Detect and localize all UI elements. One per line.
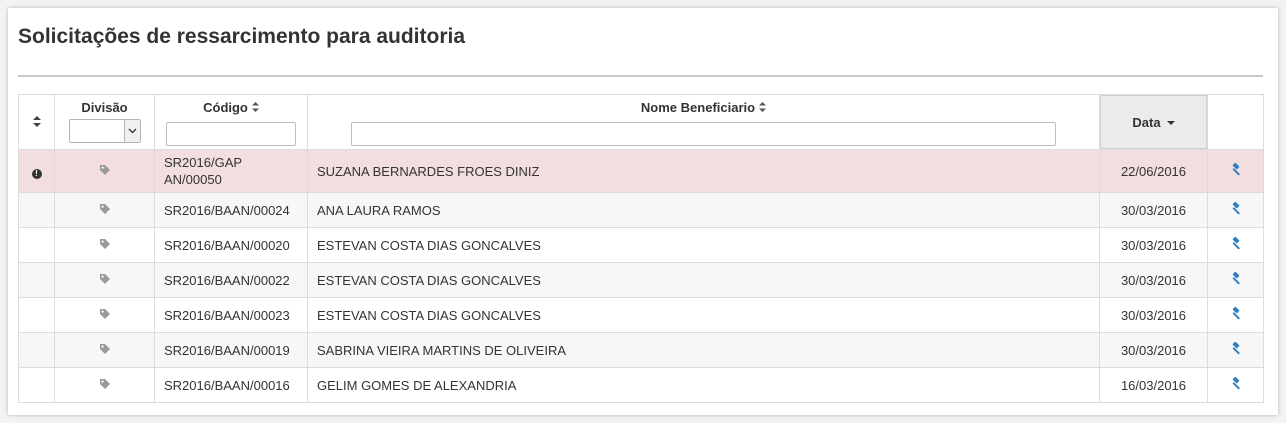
date-cell: 30/03/2016 bbox=[1099, 297, 1208, 333]
tag-icon bbox=[99, 164, 111, 179]
name-cell: ESTEVAN COSTA DIAS GONCALVES bbox=[307, 297, 1100, 333]
division-cell bbox=[54, 149, 155, 193]
name-cell: ESTEVAN COSTA DIAS GONCALVES bbox=[307, 227, 1100, 263]
gavel-icon[interactable] bbox=[1229, 236, 1243, 254]
division-filter-select[interactable] bbox=[68, 119, 141, 143]
code-cell: SR2016/BAAN/00022 bbox=[154, 262, 308, 298]
code-header-label: Código bbox=[203, 100, 248, 115]
tag-icon bbox=[99, 273, 111, 288]
date-cell: 16/03/2016 bbox=[1099, 367, 1208, 403]
code-text: SR2016/GAP bbox=[164, 155, 243, 170]
actions-header bbox=[1207, 94, 1264, 150]
gavel-icon[interactable] bbox=[1229, 376, 1243, 394]
chevron-down-icon[interactable] bbox=[123, 120, 140, 142]
action-cell bbox=[1207, 227, 1264, 263]
code-cell: SR2016/GAP AN/00050 bbox=[154, 149, 308, 193]
code-text: SR2016/BAAN/00016 bbox=[164, 377, 290, 393]
status-cell bbox=[18, 227, 55, 263]
code-cell: SR2016/BAAN/00019 bbox=[154, 332, 308, 368]
tag-icon bbox=[99, 238, 111, 253]
action-cell bbox=[1207, 149, 1264, 193]
name-filter-input[interactable] bbox=[351, 122, 1056, 146]
status-cell bbox=[18, 367, 55, 403]
code-text: SR2016/BAAN/00023 bbox=[164, 307, 290, 323]
name-cell: ANA LAURA RAMOS bbox=[307, 192, 1100, 228]
name-cell: GELIM GOMES DE ALEXANDRIA bbox=[307, 367, 1100, 403]
division-header: Divisão bbox=[54, 94, 155, 150]
division-header-label: Divisão bbox=[81, 100, 128, 115]
code-text: SR2016/BAAN/00019 bbox=[164, 342, 290, 358]
action-cell bbox=[1207, 262, 1264, 298]
sort-icon[interactable] bbox=[251, 102, 259, 114]
code-cell: SR2016/BAAN/00016 bbox=[154, 367, 308, 403]
code-cell: SR2016/BAAN/00024 bbox=[154, 192, 308, 228]
code-header[interactable]: Código bbox=[154, 94, 308, 150]
table-row[interactable]: SR2016/BAAN/00024 ANA LAURA RAMOS 30/03/… bbox=[18, 192, 1264, 228]
action-cell bbox=[1207, 297, 1264, 333]
code-text: SR2016/BAAN/00022 bbox=[164, 272, 290, 288]
status-sort-header[interactable] bbox=[18, 94, 55, 150]
date-cell: 22/06/2016 bbox=[1099, 149, 1208, 193]
table-row[interactable]: ! SR2016/GAP AN/00050 SUZANA BERNARDES FR… bbox=[18, 149, 1264, 193]
code-text: SR2016/BAAN/00020 bbox=[164, 237, 290, 253]
table-row[interactable]: SR2016/BAAN/00023 ESTEVAN COSTA DIAS GON… bbox=[18, 297, 1264, 333]
exclamation-circle-icon: ! bbox=[31, 168, 42, 179]
gavel-icon[interactable] bbox=[1229, 306, 1243, 324]
tag-icon bbox=[99, 308, 111, 323]
name-cell: ESTEVAN COSTA DIAS GONCALVES bbox=[307, 262, 1100, 298]
status-cell bbox=[18, 332, 55, 368]
sort-icon[interactable] bbox=[32, 115, 41, 129]
reimbursement-table: Divisão Código Nome Beneficiario Data ! … bbox=[18, 94, 1264, 403]
gavel-icon[interactable] bbox=[1229, 341, 1243, 359]
action-cell bbox=[1207, 192, 1264, 228]
division-cell bbox=[54, 192, 155, 228]
table-header-row: Divisão Código Nome Beneficiario Data bbox=[18, 94, 1264, 150]
date-header[interactable]: Data bbox=[1099, 94, 1208, 150]
audit-panel: Solicitações de ressarcimento para audit… bbox=[8, 8, 1278, 415]
code-text: AN/00050 bbox=[164, 172, 222, 187]
name-cell: SUZANA BERNARDES FROES DINIZ bbox=[307, 149, 1100, 193]
date-header-label: Data bbox=[1132, 114, 1161, 130]
name-header-label: Nome Beneficiario bbox=[640, 100, 756, 115]
tag-icon bbox=[99, 203, 111, 218]
caret-down-icon bbox=[1166, 121, 1175, 126]
code-text: SR2016/BAAN/00024 bbox=[164, 202, 290, 218]
division-cell bbox=[54, 332, 155, 368]
sort-icon[interactable] bbox=[759, 102, 767, 114]
date-cell: 30/03/2016 bbox=[1099, 192, 1208, 228]
gavel-icon[interactable] bbox=[1229, 271, 1243, 289]
status-cell bbox=[18, 192, 55, 228]
division-cell bbox=[54, 297, 155, 333]
table-row[interactable]: SR2016/BAAN/00020 ESTEVAN COSTA DIAS GON… bbox=[18, 227, 1264, 263]
gavel-icon[interactable] bbox=[1229, 162, 1243, 180]
division-cell bbox=[54, 367, 155, 403]
action-cell bbox=[1207, 367, 1264, 403]
name-header[interactable]: Nome Beneficiario bbox=[307, 94, 1100, 150]
date-cell: 30/03/2016 bbox=[1099, 332, 1208, 368]
title-divider bbox=[18, 75, 1263, 77]
status-cell bbox=[18, 262, 55, 298]
code-cell: SR2016/BAAN/00023 bbox=[154, 297, 308, 333]
division-cell bbox=[54, 262, 155, 298]
status-cell: ! bbox=[18, 149, 55, 193]
tag-icon bbox=[99, 378, 111, 393]
table-row[interactable]: SR2016/BAAN/00022 ESTEVAN COSTA DIAS GON… bbox=[18, 262, 1264, 298]
status-cell bbox=[18, 297, 55, 333]
page-title: Solicitações de ressarcimento para audit… bbox=[18, 25, 466, 48]
code-filter-input[interactable] bbox=[166, 122, 296, 146]
table-row[interactable]: SR2016/BAAN/00019 SABRINA VIEIRA MARTINS… bbox=[18, 332, 1264, 368]
date-cell: 30/03/2016 bbox=[1099, 227, 1208, 263]
division-cell bbox=[54, 227, 155, 263]
code-cell: SR2016/BAAN/00020 bbox=[154, 227, 308, 263]
tag-icon bbox=[99, 343, 111, 358]
date-cell: 30/03/2016 bbox=[1099, 262, 1208, 298]
table-row[interactable]: SR2016/BAAN/00016 GELIM GOMES DE ALEXAND… bbox=[18, 367, 1264, 403]
name-cell: SABRINA VIEIRA MARTINS DE OLIVEIRA bbox=[307, 332, 1100, 368]
gavel-icon[interactable] bbox=[1229, 201, 1243, 219]
action-cell bbox=[1207, 332, 1264, 368]
